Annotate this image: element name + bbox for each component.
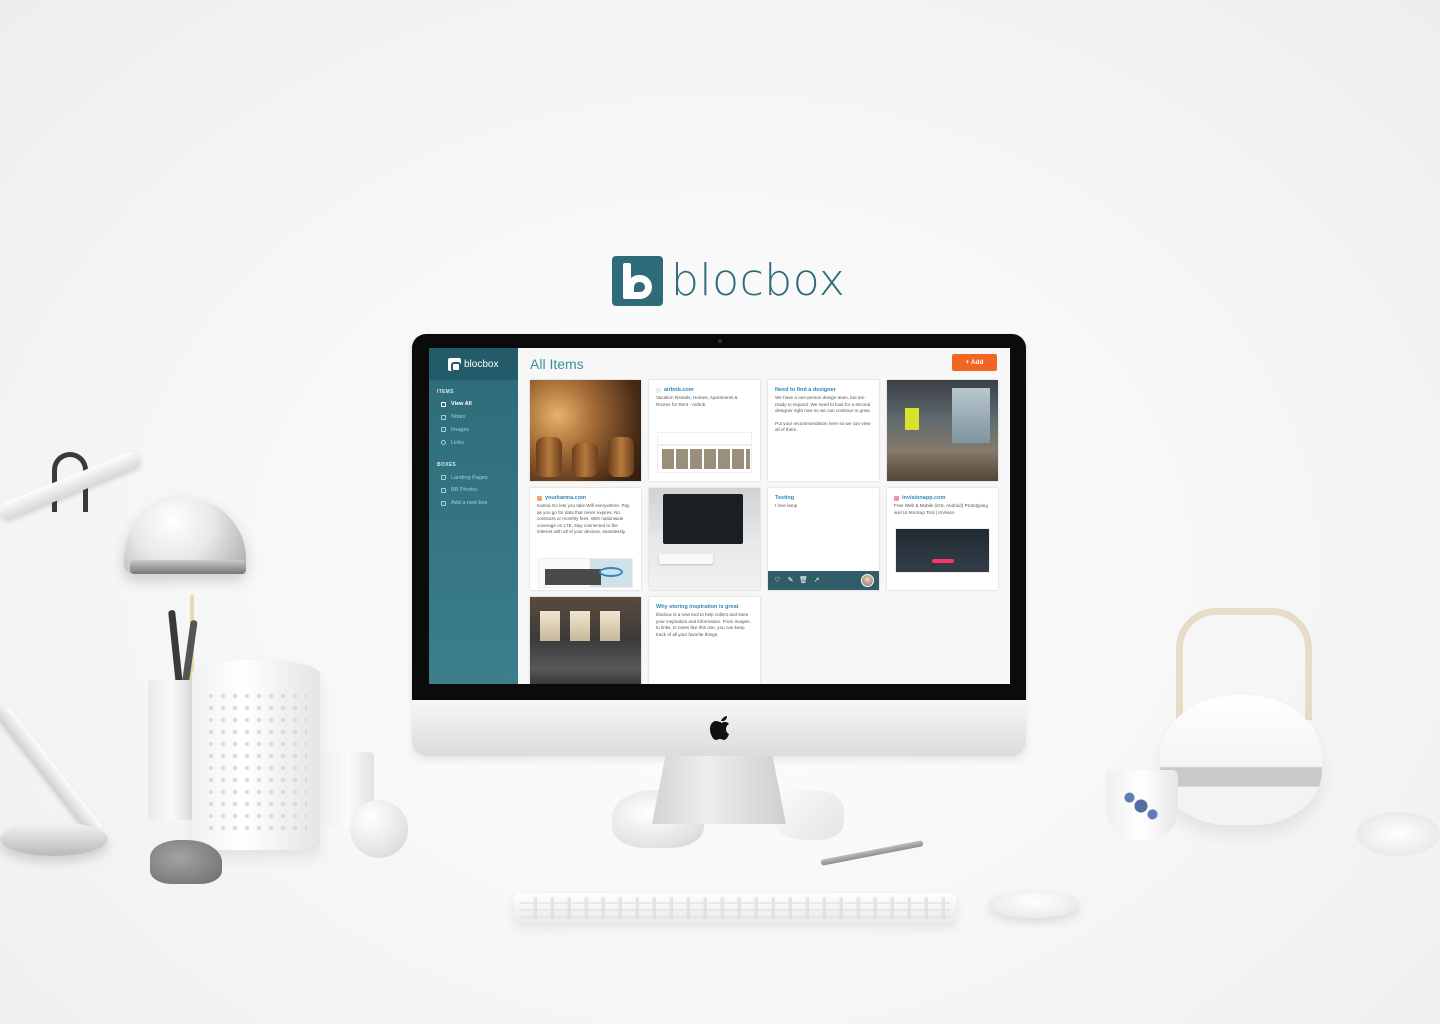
- brand-header: blocbox: [612, 255, 845, 306]
- edit-icon[interactable]: ✎: [786, 576, 795, 585]
- pen-cup: [148, 680, 194, 820]
- link-card-title[interactable]: airbnb.com: [649, 380, 760, 395]
- note-title: Need to find a designer: [775, 387, 836, 393]
- note-icon: [441, 414, 446, 420]
- section-heading-boxes: BOXES: [437, 462, 457, 469]
- sidebar-box-label: BB Photos: [451, 487, 477, 494]
- magic-mouse: [988, 890, 1080, 918]
- keyboard-keys: [520, 897, 950, 919]
- image-card[interactable]: [530, 380, 641, 481]
- jar-pattern: [205, 690, 307, 835]
- link-card[interactable]: airbnb.com Vacation Rentals, Homes, Apar…: [649, 380, 760, 481]
- sidebar: blocbox ITEMS View All Notes Images Link…: [429, 348, 518, 684]
- card-action-bar: ♡ ✎ 🗑 ↗: [768, 571, 879, 590]
- imac-stand: [652, 756, 786, 824]
- link-preview-thumbnail: [657, 432, 752, 473]
- image-card[interactable]: [887, 380, 998, 481]
- teapot: [1160, 695, 1322, 825]
- link-card-title[interactable]: invisionapp.com: [887, 488, 998, 503]
- favicon-icon: [537, 495, 542, 501]
- apple-logo-icon: [710, 716, 729, 740]
- favicon-icon: [894, 495, 899, 501]
- link-icon: [441, 440, 446, 446]
- note-card[interactable]: Need to find a designer We have a one-pe…: [768, 380, 879, 481]
- decor-ball: [350, 800, 408, 858]
- note-title: Why storing inspiration is great: [656, 604, 739, 610]
- note-body: We have a one-person design team, but ar…: [775, 395, 871, 413]
- lamp-arm-lower: [0, 703, 105, 840]
- sidebar-box-bb-photos[interactable]: BB Photos: [429, 484, 518, 497]
- sidebar-item-notes[interactable]: Notes: [429, 411, 518, 424]
- box-icon: [441, 475, 446, 481]
- link-domain: invisionapp.com: [902, 495, 946, 501]
- link-preview-thumbnail: [538, 558, 633, 588]
- sidebar-logo-text: blocbox: [464, 358, 499, 370]
- sidebar-item-label: Images: [451, 426, 470, 433]
- section-heading-items: ITEMS: [437, 389, 454, 395]
- note-body: I love lamp: [775, 503, 798, 508]
- sidebar-item-links[interactable]: Links: [429, 436, 518, 449]
- link-description: Karma Go lets you take Wifi everywhere. …: [537, 503, 630, 534]
- sidebar-item-label: Links: [451, 439, 464, 446]
- plus-box-icon: [441, 500, 446, 506]
- note-body: blocbox is a new tool to help collect an…: [656, 612, 751, 637]
- add-button[interactable]: + Add: [952, 354, 997, 371]
- image-card[interactable]: [649, 488, 760, 590]
- grid-icon: [441, 401, 446, 407]
- note-title: Testing: [775, 495, 795, 501]
- avatar[interactable]: [861, 574, 874, 587]
- image-icon: [441, 427, 446, 433]
- brand-name: blocbox: [671, 255, 846, 306]
- sidebar-item-view-all[interactable]: View All: [429, 398, 518, 411]
- bar-photo: [530, 380, 641, 481]
- sidebar-logo[interactable]: blocbox: [429, 348, 518, 380]
- desk-lamp-base: [0, 822, 108, 856]
- sidebar-item-images[interactable]: Images: [429, 424, 518, 437]
- share-icon[interactable]: ↗: [812, 576, 821, 585]
- image-card[interactable]: [530, 597, 641, 684]
- sidebar-box-landing-pages[interactable]: Landing Pages: [429, 471, 518, 484]
- sidebar-item-label: Notes: [451, 414, 466, 421]
- link-card-title[interactable]: yourkarma.com: [530, 488, 641, 503]
- link-domain: yourkarma.com: [545, 495, 586, 501]
- box-icon: [441, 487, 446, 493]
- desk-lamp-rim: [130, 560, 246, 574]
- office-photo: [887, 380, 998, 481]
- heart-icon[interactable]: ♡: [773, 576, 782, 585]
- sidebar-box-label: Add a new box: [451, 500, 488, 507]
- blocbox-logo-icon: [612, 255, 663, 306]
- link-description: Vacation Rentals, Homes, Apartments & Ro…: [656, 395, 738, 407]
- sidebar-add-box[interactable]: Add a new box: [429, 497, 518, 510]
- teacup-pattern: [1118, 785, 1164, 827]
- trash-icon[interactable]: 🗑: [799, 576, 808, 585]
- page-title: All Items: [530, 356, 584, 372]
- pencil: [820, 840, 924, 866]
- note-card[interactable]: Testing I love lamp ♡ ✎ 🗑 ↗: [768, 488, 879, 590]
- imac-photo: [649, 488, 760, 590]
- link-description: Free Web & Mobile (iOS, Android) Prototy…: [894, 503, 988, 515]
- note-card[interactable]: Why storing inspiration is great blocbox…: [649, 597, 760, 684]
- link-card[interactable]: invisionapp.com Free Web & Mobile (iOS, …: [887, 488, 998, 590]
- pen: [168, 609, 183, 687]
- link-card[interactable]: yourkarma.com Karma Go lets you take Wif…: [530, 488, 641, 590]
- loft-office-photo: [530, 597, 641, 684]
- blocbox-mini-logo-icon: [448, 357, 461, 372]
- link-preview-thumbnail: [895, 528, 990, 573]
- sidebar-box-label: Landing Pages: [451, 474, 488, 481]
- saucer: [1356, 812, 1440, 856]
- main-content: All Items + Add airbnb.com Vacation Rent…: [518, 348, 1010, 684]
- sidebar-item-label: View All: [451, 401, 472, 408]
- panda-figurine: [150, 840, 222, 884]
- link-domain: airbnb.com: [664, 387, 694, 393]
- favicon-icon: [656, 387, 661, 393]
- camera-icon: [718, 339, 722, 343]
- note-body-continued: Put your recommendation here so we can v…: [775, 420, 871, 433]
- app-screen: blocbox ITEMS View All Notes Images Link…: [429, 348, 1010, 684]
